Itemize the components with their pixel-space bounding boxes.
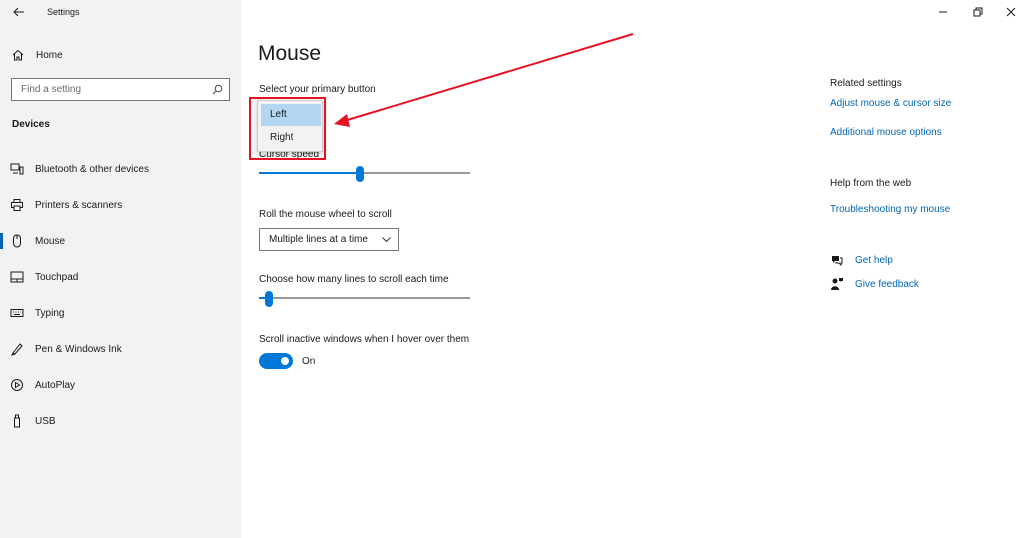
minimize-icon (939, 11, 947, 13)
search-icon[interactable] (212, 84, 223, 95)
sidebar-item-label: Mouse (35, 235, 66, 247)
pen-icon (11, 343, 23, 356)
usb-icon (14, 414, 20, 428)
close-icon (1006, 7, 1016, 17)
sidebar-item-label: USB (35, 415, 56, 427)
slider-thumb[interactable] (356, 166, 364, 182)
scroll-lines-label: Choose how many lines to scroll each tim… (259, 274, 449, 285)
additional-mouse-options-link[interactable]: Additional mouse options (830, 127, 942, 138)
autoplay-icon (11, 379, 23, 391)
active-indicator (0, 233, 3, 249)
inactive-scroll-toggle[interactable] (259, 353, 293, 369)
give-feedback-row[interactable]: Give feedback (830, 277, 919, 291)
minimize-button[interactable] (934, 4, 952, 20)
toggle-knob (281, 357, 289, 365)
slider-thumb[interactable] (265, 291, 273, 307)
title-bar: Settings (0, 0, 241, 26)
touchpad-icon (10, 271, 24, 283)
sidebar: Settings Home Devices Bluetooth & other … (0, 0, 241, 538)
keyboard-icon (10, 309, 24, 317)
sidebar-item-pen[interactable]: Pen & Windows Ink (0, 334, 241, 364)
feedback-icon (831, 278, 843, 290)
troubleshooting-link[interactable]: Troubleshooting my mouse (830, 204, 950, 215)
give-feedback-link[interactable]: Give feedback (855, 279, 919, 290)
sidebar-item-label: Pen & Windows Ink (35, 343, 122, 355)
chat-bubble-icon (832, 256, 843, 267)
adjust-cursor-size-link[interactable]: Adjust mouse & cursor size (830, 98, 951, 109)
sidebar-item-printers[interactable]: Printers & scanners (0, 190, 241, 220)
help-heading: Help from the web (830, 178, 912, 189)
sidebar-item-label: Touchpad (35, 271, 79, 283)
search-input[interactable] (12, 79, 202, 100)
bluetooth-devices-icon (10, 163, 24, 175)
inactive-scroll-label: Scroll inactive windows when I hover ove… (259, 334, 470, 345)
scroll-wheel-label: Roll the mouse wheel to scroll (259, 209, 392, 220)
primary-button-label: Select your primary button (259, 84, 376, 95)
related-settings-heading: Related settings (830, 78, 902, 89)
get-help-link[interactable]: Get help (855, 255, 893, 266)
sidebar-item-label: Bluetooth & other devices (35, 163, 149, 175)
back-button[interactable] (10, 4, 28, 20)
mouse-icon (13, 234, 21, 248)
home-icon (12, 49, 24, 61)
sidebar-item-autoplay[interactable]: AutoPlay (0, 370, 241, 400)
slider-track (259, 297, 470, 299)
back-arrow-icon (13, 7, 24, 17)
home-label: Home (36, 49, 63, 61)
sidebar-item-label: Typing (35, 307, 65, 319)
annotation-highlight-box (249, 97, 326, 160)
sidebar-item-usb[interactable]: USB (0, 406, 241, 436)
sidebar-item-touchpad[interactable]: Touchpad (0, 262, 241, 292)
get-help-row[interactable]: Get help (830, 253, 893, 267)
section-title: Devices (12, 119, 50, 130)
select-value: Multiple lines at a time (269, 234, 368, 245)
printer-icon (11, 199, 23, 211)
restore-button[interactable] (969, 4, 987, 20)
cursor-speed-slider[interactable] (259, 166, 470, 182)
sidebar-item-label: AutoPlay (35, 379, 76, 391)
scroll-wheel-select[interactable]: Multiple lines at a time (259, 228, 399, 251)
close-button[interactable] (1002, 4, 1020, 20)
sidebar-item-typing[interactable]: Typing (0, 298, 241, 328)
sidebar-item-bluetooth[interactable]: Bluetooth & other devices (0, 154, 241, 184)
page-title: Mouse (258, 42, 322, 65)
scroll-lines-slider[interactable] (259, 291, 470, 307)
slider-fill (259, 172, 360, 174)
search-box[interactable] (11, 78, 230, 101)
toggle-state-label: On (302, 356, 316, 367)
sidebar-item-mouse[interactable]: Mouse (0, 226, 241, 256)
sidebar-item-label: Printers & scanners (35, 199, 123, 211)
restore-icon (973, 7, 983, 17)
sidebar-home[interactable]: Home (12, 47, 63, 63)
chevron-down-icon (382, 237, 391, 243)
app-title: Settings (47, 7, 80, 17)
